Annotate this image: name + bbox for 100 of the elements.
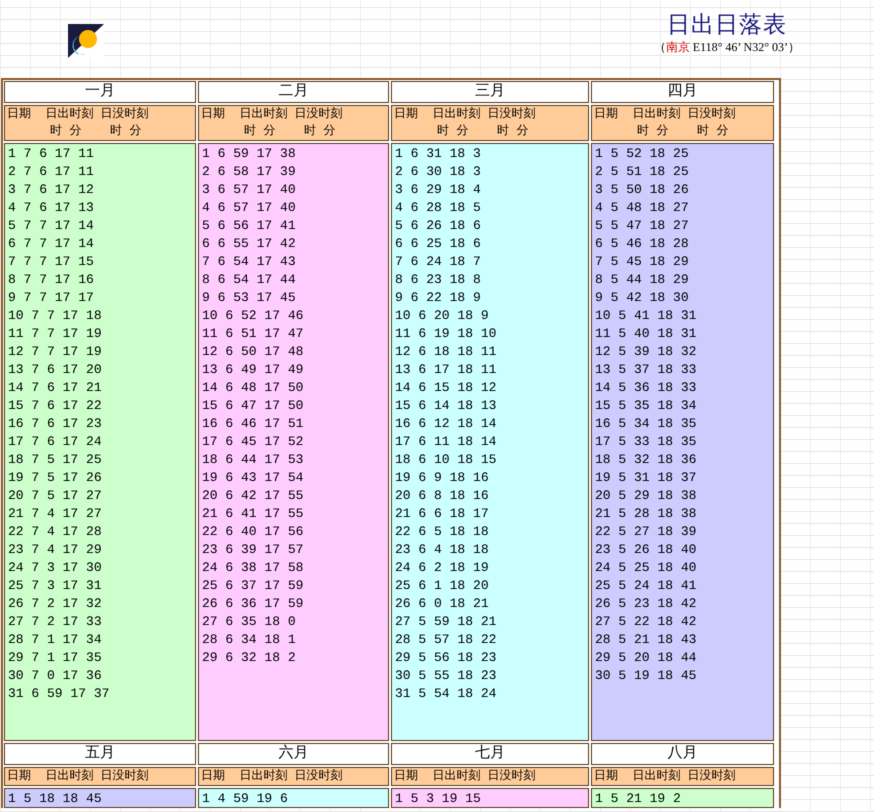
data-row: 5 6 26 18 6	[395, 217, 481, 235]
data-row: 16 7 6 17 23	[8, 415, 102, 433]
data-row: 2 6 58 17 39	[202, 163, 296, 181]
data-row: 31 6 59 17 37	[8, 685, 110, 703]
data-row: 27 7 2 17 33	[8, 613, 102, 631]
data-row: 28 7 1 17 34	[8, 631, 102, 649]
data-row: 25 5 24 18 41	[595, 577, 696, 595]
data-row: 31 5 54 18 24	[395, 685, 496, 703]
data-row: 26 6 0 18 21	[395, 595, 489, 613]
data-row: 8 7 7 17 16	[8, 271, 94, 289]
data-row: 14 7 6 17 21	[8, 379, 102, 397]
data-row: 11 6 51 17 47	[202, 325, 304, 343]
page-title: 日出日落表	[666, 11, 787, 39]
data-row: 17 6 11 18 14	[395, 433, 496, 451]
data-row: 13 7 6 17 20	[8, 361, 102, 379]
data-row: 19 6 9 18 16	[395, 469, 489, 487]
column-header: 日期 日出时刻 日没时刻 时 分 时 分	[591, 105, 774, 141]
data-row: 7 6 24 18 7	[395, 253, 481, 271]
data-row: 17 6 45 17 52	[202, 433, 304, 451]
column-header: 日期 日出时刻 日没时刻 时 分 时 分	[198, 105, 389, 141]
column-header: 日期 日出时刻 日没时刻	[198, 767, 389, 786]
data-row: 29 5 56 18 23	[395, 649, 496, 667]
month-title: 五月	[4, 743, 196, 765]
column-header: 日期 日出时刻 日没时刻 时 分 时 分	[391, 105, 589, 141]
data-row: 1 5 3 19 15	[395, 790, 481, 807]
data-row: 18 7 5 17 25	[8, 451, 102, 469]
data-row: 5 5 47 18 27	[595, 217, 689, 235]
data-row: 3 7 6 17 12	[8, 181, 94, 199]
data-row: 15 5 35 18 34	[595, 397, 696, 415]
month-title: 一月	[4, 81, 196, 103]
column-header: 日期 日出时刻 日没时刻	[4, 767, 196, 786]
data-row: 26 6 36 17 59	[202, 595, 304, 613]
data-row: 6 6 55 17 42	[202, 235, 296, 253]
data-row: 17 7 6 17 24	[8, 433, 102, 451]
data-row: 25 6 37 17 59	[202, 577, 304, 595]
data-row: 2 6 30 18 3	[395, 163, 481, 181]
data-row: 4 7 6 17 13	[8, 199, 94, 217]
data-row: 19 5 31 18 37	[595, 469, 696, 487]
data-row: 28 5 21 18 43	[595, 631, 696, 649]
data-row: 16 6 12 18 14	[395, 415, 496, 433]
data-row: 23 5 26 18 40	[595, 541, 696, 559]
month-title: 七月	[391, 743, 589, 765]
data-row: 8 6 54 17 44	[202, 271, 296, 289]
data-row: 8 6 23 18 8	[395, 271, 481, 289]
data-row: 28 5 57 18 22	[395, 631, 496, 649]
data-row: 29 6 32 18 2	[202, 649, 296, 667]
location-subtitle: （南京 E118° 46’ N32° 03’）	[654, 40, 800, 54]
data-row: 12 6 50 17 48	[202, 343, 304, 361]
data-row: 20 6 8 18 16	[395, 487, 489, 505]
data-row: 10 7 7 17 18	[8, 307, 102, 325]
data-row: 16 5 34 18 35	[595, 415, 696, 433]
data-row: 6 6 25 18 6	[395, 235, 481, 253]
data-row: 25 6 1 18 20	[395, 577, 489, 595]
data-row: 12 5 39 18 32	[595, 343, 696, 361]
data-row: 20 6 42 17 55	[202, 487, 304, 505]
data-row: 17 5 33 18 35	[595, 433, 696, 451]
data-row: 24 6 38 17 58	[202, 559, 304, 577]
data-row: 1 5 52 18 25	[595, 145, 689, 163]
data-row: 9 6 53 17 45	[202, 289, 296, 307]
data-row: 18 5 32 18 36	[595, 451, 696, 469]
data-row: 9 7 7 17 17	[8, 289, 94, 307]
data-row: 18 6 10 18 15	[395, 451, 496, 469]
data-row: 22 6 5 18 18	[395, 523, 489, 541]
data-row: 23 7 4 17 29	[8, 541, 102, 559]
data-row: 28 6 34 18 1	[202, 631, 296, 649]
data-row: 11 5 40 18 31	[595, 325, 696, 343]
month-title: 八月	[591, 743, 774, 765]
data-row: 1 7 6 17 11	[8, 145, 94, 163]
data-row: 18 6 44 17 53	[202, 451, 304, 469]
data-row: 7 6 54 17 43	[202, 253, 296, 271]
data-row: 1 5 18 18 45	[8, 790, 102, 807]
data-row: 13 6 17 18 11	[395, 361, 496, 379]
data-row: 4 6 28 18 5	[395, 199, 481, 217]
data-row: 3 6 57 17 40	[202, 181, 296, 199]
data-row: 11 6 19 18 10	[395, 325, 496, 343]
data-row: 21 7 4 17 27	[8, 505, 102, 523]
data-row: 22 7 4 17 28	[8, 523, 102, 541]
data-row: 6 5 46 18 28	[595, 235, 689, 253]
data-row: 12 7 7 17 19	[8, 343, 102, 361]
data-row: 8 5 44 18 29	[595, 271, 689, 289]
data-row: 13 5 37 18 33	[595, 361, 696, 379]
month-title: 四月	[591, 81, 774, 103]
data-row: 2 5 51 18 25	[595, 163, 689, 181]
data-row: 1 6 31 18 3	[395, 145, 481, 163]
data-row: 20 5 29 18 38	[595, 487, 696, 505]
data-row: 27 6 35 18 0	[202, 613, 296, 631]
data-row: 27 5 59 18 21	[395, 613, 496, 631]
data-row: 7 5 45 18 29	[595, 253, 689, 271]
data-row: 25 7 3 17 31	[8, 577, 102, 595]
data-row: 1 4 59 19 6	[202, 790, 288, 807]
data-row: 13 6 49 17 49	[202, 361, 304, 379]
data-row: 15 6 47 17 50	[202, 397, 304, 415]
data-row: 30 5 19 18 45	[595, 667, 696, 685]
data-row: 21 5 28 18 38	[595, 505, 696, 523]
data-row: 5 7 7 17 14	[8, 217, 94, 235]
data-row: 24 7 3 17 30	[8, 559, 102, 577]
data-row: 15 7 6 17 22	[8, 397, 102, 415]
data-row: 10 5 41 18 31	[595, 307, 696, 325]
data-row: 30 5 55 18 23	[395, 667, 496, 685]
data-row: 11 7 7 17 19	[8, 325, 102, 343]
